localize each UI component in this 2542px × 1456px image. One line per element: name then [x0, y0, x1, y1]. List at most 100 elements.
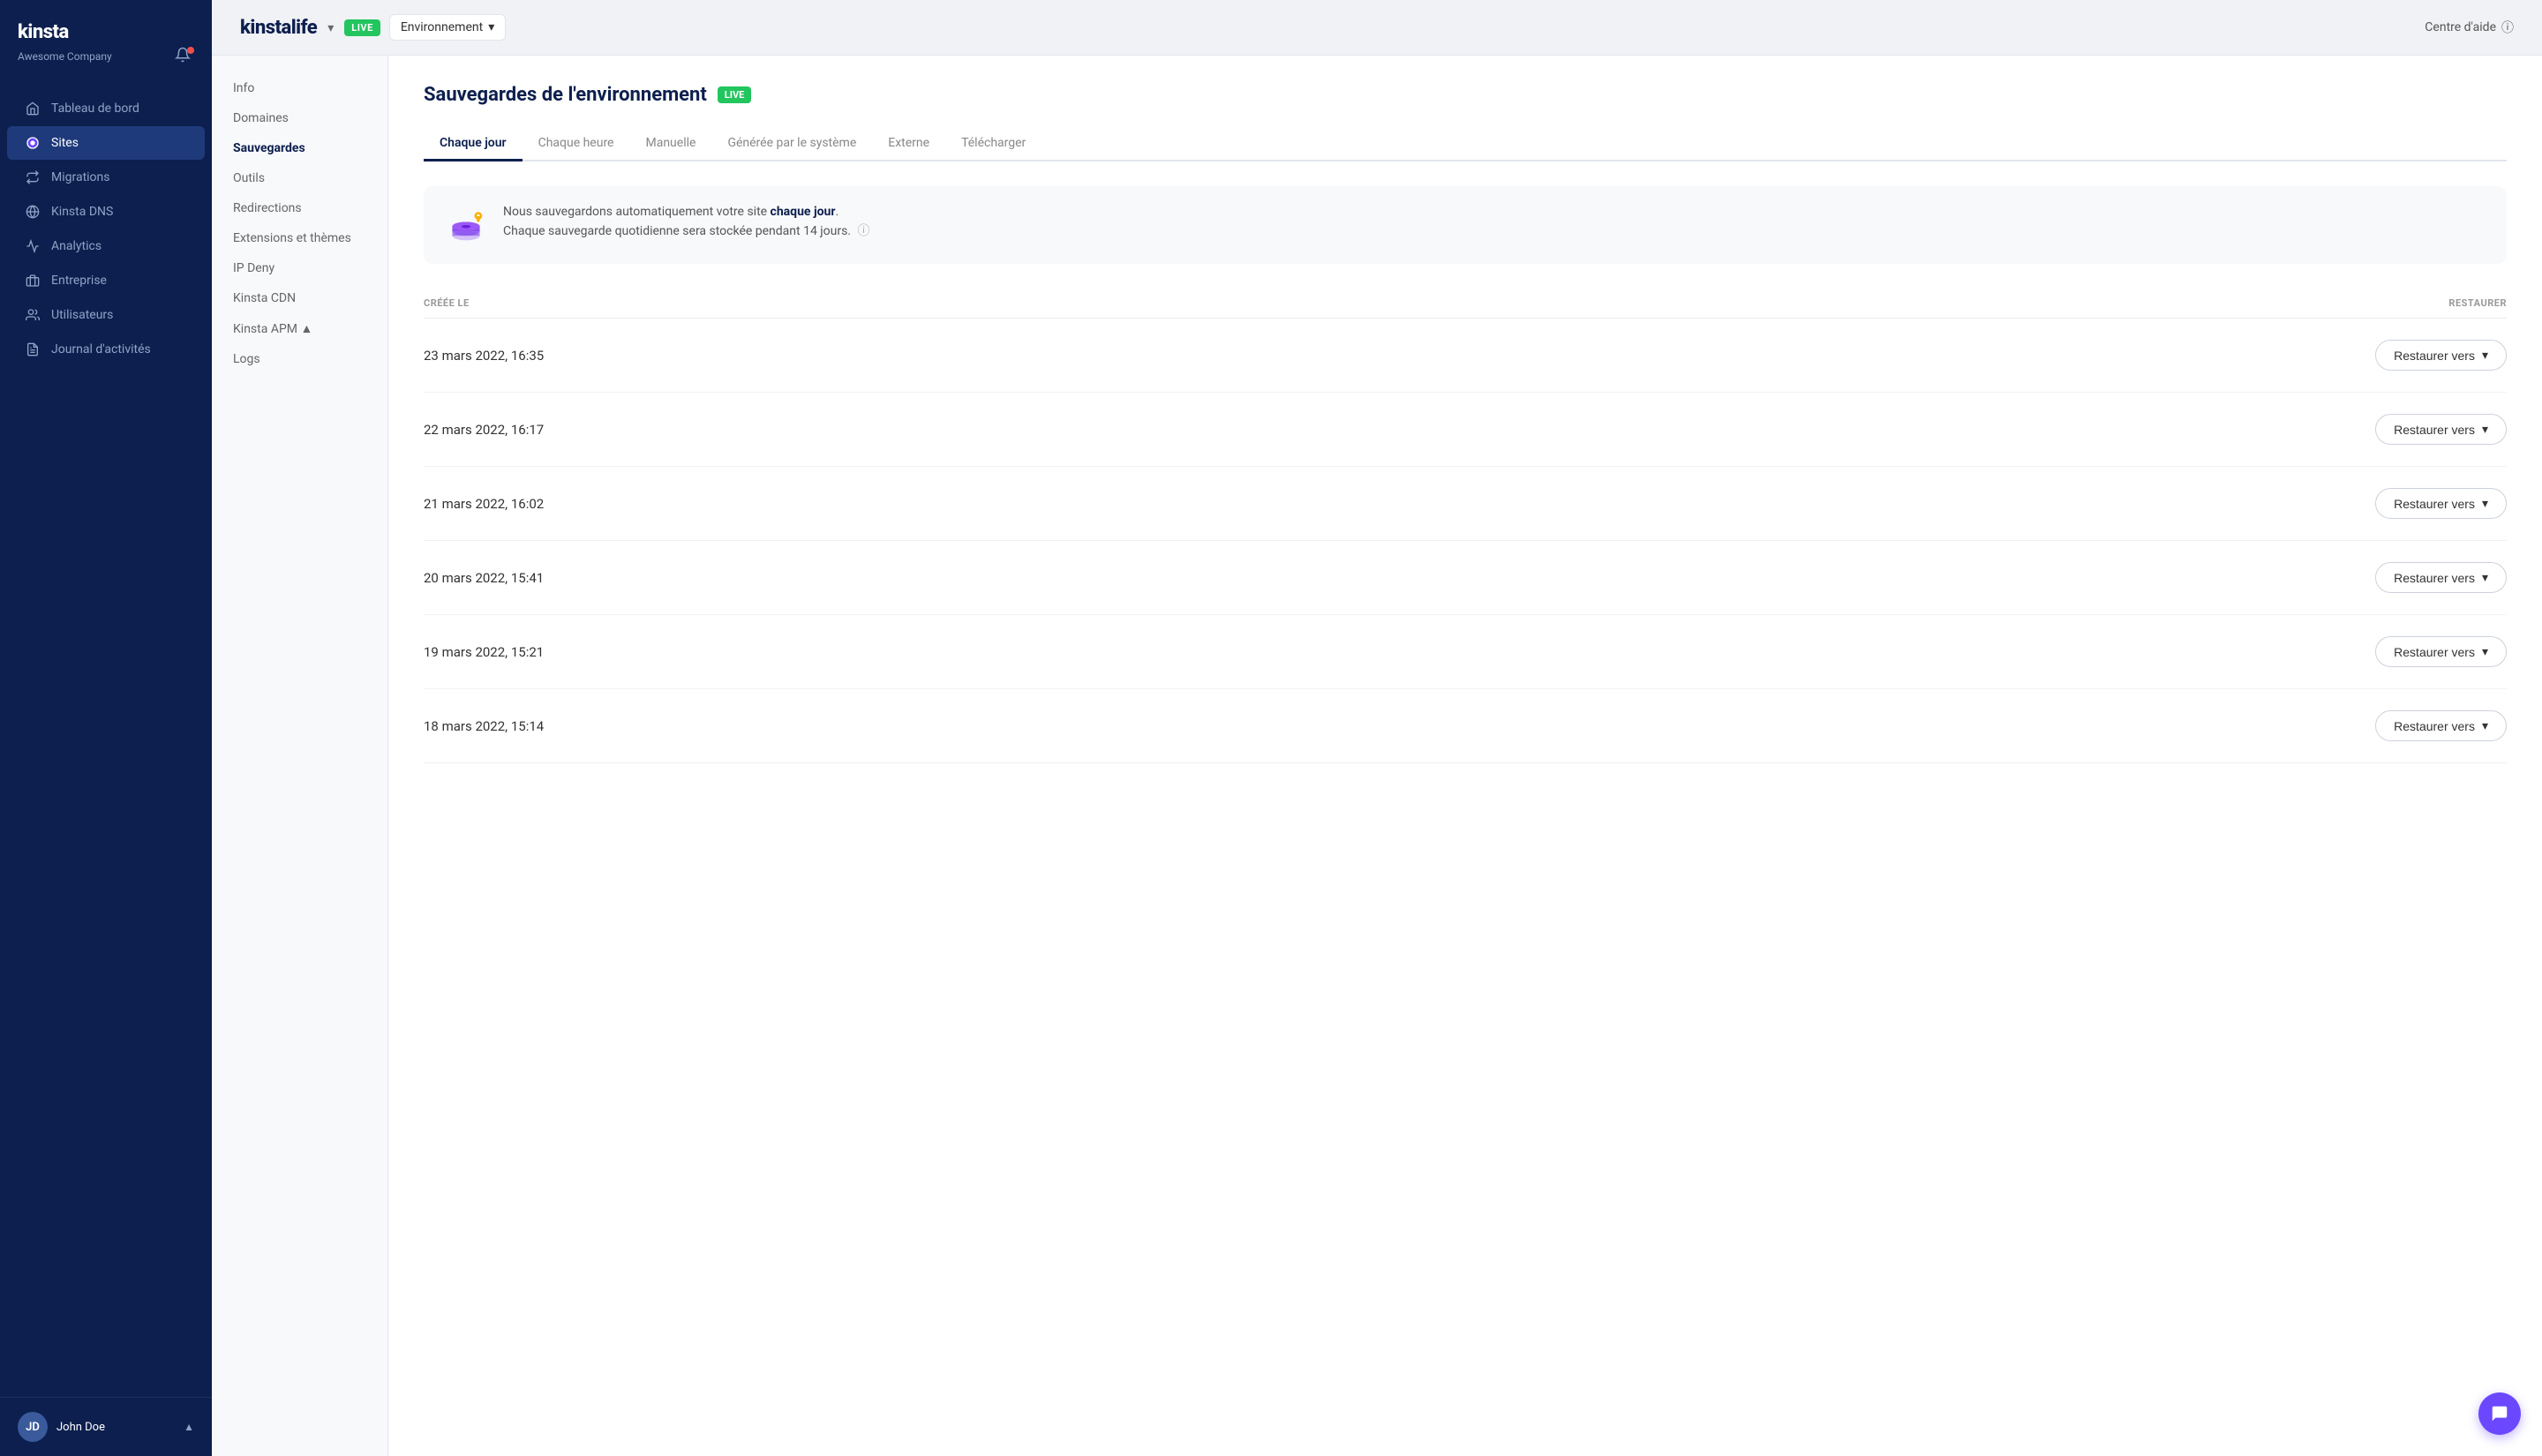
journal-icon [25, 341, 41, 357]
logo: kinsta [18, 21, 194, 43]
info-text-3: Chaque sauvegarde quotidienne sera stock… [503, 224, 851, 238]
info-text: Nous sauvegardons automatiquement votre … [503, 202, 869, 242]
info-banner: Nous sauvegardons automatiquement votre … [424, 186, 2507, 264]
restore-button-3[interactable]: Restaurer vers ▾ [2375, 562, 2507, 593]
page-header: Sauvegardes de l'environnement LIVE [424, 84, 2507, 106]
info-text-1: Nous sauvegardons automatiquement votre … [503, 205, 771, 219]
restore-label: Restaurer vers [2394, 497, 2475, 511]
sidebar-item-migrations[interactable]: Migrations [7, 161, 205, 194]
restore-label: Restaurer vers [2394, 571, 2475, 585]
sidebar: kinsta Awesome Company Tableau de bord [0, 0, 212, 1456]
table-row: 20 mars 2022, 15:41 Restaurer vers ▾ [424, 541, 2507, 615]
backup-icon [443, 202, 489, 248]
tab-chaque-jour[interactable]: Chaque jour [424, 127, 523, 161]
sidebar-item-utilisateurs[interactable]: Utilisateurs [7, 298, 205, 332]
help-icon: ⓘ [2501, 19, 2514, 36]
sidebar-item-label: Utilisateurs [51, 308, 113, 322]
page-live-badge: LIVE [718, 86, 752, 103]
restore-button-0[interactable]: Restaurer vers ▾ [2375, 340, 2507, 371]
sub-sidebar: Info Domaines Sauvegardes Outils Redirec… [212, 56, 388, 1456]
site-name: kinstalife [240, 17, 317, 39]
sub-nav-info[interactable]: Info [212, 73, 387, 103]
restore-chevron-icon: ▾ [2482, 570, 2488, 585]
sub-nav-sauvegardes[interactable]: Sauvegardes [212, 133, 387, 163]
backup-date: 20 mars 2022, 15:41 [424, 570, 544, 586]
sub-nav-logs[interactable]: Logs [212, 344, 387, 374]
sites-icon [25, 135, 41, 151]
sidebar-item-label: Kinsta DNS [51, 205, 113, 219]
content-wrapper: Info Domaines Sauvegardes Outils Redirec… [212, 56, 2542, 1456]
entreprise-icon [25, 273, 41, 289]
backup-date: 21 mars 2022, 16:02 [424, 496, 544, 512]
sidebar-item-tableau-de-bord[interactable]: Tableau de bord [7, 92, 205, 125]
col-date-header: CRÉÉE LE [424, 297, 470, 309]
migrations-icon [25, 169, 41, 185]
sub-nav-kinsta-apm[interactable]: Kinsta APM ▲ [212, 313, 387, 344]
tab-externe[interactable]: Externe [872, 127, 945, 161]
users-icon [25, 307, 41, 323]
backup-date: 23 mars 2022, 16:35 [424, 348, 544, 364]
tab-chaque-heure[interactable]: Chaque heure [523, 127, 630, 161]
sidebar-item-label: Entreprise [51, 274, 107, 288]
topbar-left: kinstalife ▾ LIVE Environnement ▾ [240, 14, 506, 41]
analytics-icon [25, 238, 41, 254]
sub-nav-ip-deny[interactable]: IP Deny [212, 253, 387, 283]
env-chevron-icon: ▾ [488, 20, 494, 34]
topbar: kinstalife ▾ LIVE Environnement ▾ Centre… [212, 0, 2542, 56]
main-nav: Tableau de bord Sites Migrations Kinsta … [0, 73, 212, 1397]
sidebar-item-kinsta-dns[interactable]: Kinsta DNS [7, 195, 205, 229]
tabs: Chaque jour Chaque heure Manuelle Généré… [424, 127, 2507, 161]
tab-manuelle[interactable]: Manuelle [629, 127, 711, 161]
sub-nav-kinsta-cdn[interactable]: Kinsta CDN [212, 283, 387, 313]
dns-icon [25, 204, 41, 220]
restore-chevron-icon: ▾ [2482, 348, 2488, 363]
sub-nav-outils[interactable]: Outils [212, 163, 387, 193]
restore-chevron-icon: ▾ [2482, 644, 2488, 659]
site-dropdown-button[interactable]: ▾ [326, 19, 335, 37]
page-title: Sauvegardes de l'environnement [424, 84, 707, 106]
backup-date: 22 mars 2022, 16:17 [424, 422, 544, 438]
restore-chevron-icon: ▾ [2482, 718, 2488, 733]
environment-selector[interactable]: Environnement ▾ [389, 14, 506, 41]
info-icon: ⓘ [857, 224, 869, 238]
restore-button-1[interactable]: Restaurer vers ▾ [2375, 414, 2507, 445]
table-row: 23 mars 2022, 16:35 Restaurer vers ▾ [424, 319, 2507, 393]
user-name: John Doe [56, 1421, 175, 1434]
backup-date: 19 mars 2022, 15:21 [424, 644, 544, 660]
sidebar-item-entreprise[interactable]: Entreprise [7, 264, 205, 297]
info-text-2: . [835, 205, 839, 219]
restore-label: Restaurer vers [2394, 645, 2475, 659]
table-row: 22 mars 2022, 16:17 Restaurer vers ▾ [424, 393, 2507, 467]
sidebar-item-journal[interactable]: Journal d'activités [7, 333, 205, 366]
company-name: Awesome Company [18, 50, 112, 63]
sub-nav-domaines[interactable]: Domaines [212, 103, 387, 133]
help-label: Centre d'aide [2425, 20, 2496, 34]
restore-button-5[interactable]: Restaurer vers ▾ [2375, 710, 2507, 741]
table-row: 19 mars 2022, 15:21 Restaurer vers ▾ [424, 615, 2507, 689]
avatar: JD [18, 1412, 48, 1442]
sidebar-item-label: Migrations [51, 170, 110, 184]
restore-label: Restaurer vers [2394, 349, 2475, 363]
sidebar-item-label: Tableau de bord [51, 101, 139, 116]
sub-nav-redirections[interactable]: Redirections [212, 193, 387, 223]
tab-generee-systeme[interactable]: Générée par le système [711, 127, 872, 161]
sub-nav-extensions[interactable]: Extensions et thèmes [212, 223, 387, 253]
restore-label: Restaurer vers [2394, 423, 2475, 437]
restore-button-2[interactable]: Restaurer vers ▾ [2375, 488, 2507, 519]
notification-dot [187, 47, 194, 54]
notification-button[interactable] [175, 47, 194, 66]
sidebar-item-sites[interactable]: Sites [7, 126, 205, 160]
restore-chevron-icon: ▾ [2482, 422, 2488, 437]
chat-button[interactable] [2478, 1392, 2521, 1435]
table-row: 18 mars 2022, 15:14 Restaurer vers ▾ [424, 689, 2507, 763]
restore-chevron-icon: ▾ [2482, 496, 2488, 511]
help-link[interactable]: Centre d'aide ⓘ [2425, 19, 2514, 36]
chevron-up-icon: ▲ [184, 1421, 194, 1433]
restore-button-4[interactable]: Restaurer vers ▾ [2375, 636, 2507, 667]
sidebar-item-label: Sites [51, 136, 79, 150]
table-header: CRÉÉE LE RESTAURER [424, 289, 2507, 319]
col-action-header: RESTAURER [2448, 297, 2507, 309]
user-footer[interactable]: JD John Doe ▲ [0, 1397, 212, 1456]
sidebar-item-analytics[interactable]: Analytics [7, 229, 205, 263]
tab-telecharger[interactable]: Télécharger [945, 127, 1042, 161]
